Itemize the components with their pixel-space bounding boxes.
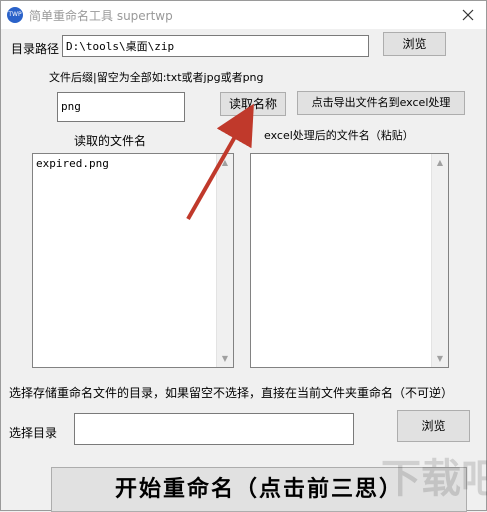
app-window: TWP 简单重命名工具 supertwp 目录路径 D:\tools\桌面\zi… [0,0,487,512]
annotation-arrow-icon [186,103,254,220]
